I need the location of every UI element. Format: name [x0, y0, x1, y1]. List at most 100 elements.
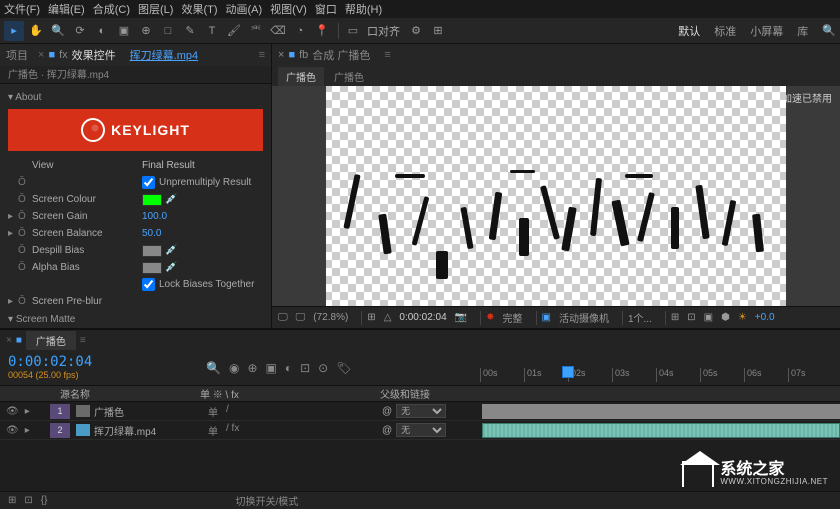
unpremult-checkbox[interactable]: [142, 176, 155, 189]
menu-view[interactable]: 视图(V): [270, 1, 307, 17]
pickwhip-icon[interactable]: @: [382, 425, 392, 436]
snapshot-icon[interactable]: 📷: [455, 312, 467, 323]
color-mgmt-icon[interactable]: ✸: [486, 312, 494, 323]
comp-sub-tab[interactable]: 广播色: [278, 67, 324, 86]
toggle-switches[interactable]: 切换开关/模式: [235, 493, 298, 508]
effect-source-link[interactable]: 挥刀绿幕.mp4: [130, 47, 198, 63]
tl-tool7-icon[interactable]: 🏷: [336, 361, 351, 375]
tl-tool4-icon[interactable]: ◐: [285, 361, 292, 375]
tl-tool3-icon[interactable]: ▣: [266, 361, 277, 375]
screen-gain-value[interactable]: 100.0: [142, 211, 167, 222]
screen-matte-header[interactable]: ▾ Screen Matte: [8, 314, 263, 325]
timeline-tab[interactable]: 广播色: [26, 331, 76, 350]
brush-tool-icon[interactable]: 🖌: [224, 21, 244, 41]
screen-colour-swatch[interactable]: [142, 194, 162, 206]
pickwhip-icon[interactable]: @: [382, 406, 392, 417]
menu-window[interactable]: 窗口: [315, 1, 337, 17]
snap-opt2-icon[interactable]: ⊞: [428, 21, 448, 41]
channel-icon[interactable]: △: [384, 312, 392, 323]
quality-dropdown[interactable]: 完整: [503, 310, 523, 325]
zoom-value[interactable]: (72.8%): [313, 312, 348, 323]
layer-bar[interactable]: [482, 404, 840, 419]
orbit-tool-icon[interactable]: ⟳: [70, 21, 90, 41]
layer-name[interactable]: 挥刀绿幕.mp4: [94, 423, 202, 438]
despill-swatch[interactable]: [142, 245, 162, 257]
lock-biases-checkbox[interactable]: [142, 278, 155, 291]
eye-icon[interactable]: 👁: [6, 406, 19, 417]
snap-label[interactable]: 口对齐: [367, 23, 400, 39]
menu-edit[interactable]: 编辑(E): [48, 1, 85, 17]
eraser-tool-icon[interactable]: ⌫: [268, 21, 288, 41]
eye-icon[interactable]: 👁: [6, 425, 19, 436]
tab-project[interactable]: 项目: [6, 47, 28, 63]
tl-tool1-icon[interactable]: ◉: [229, 361, 239, 375]
playhead[interactable]: [562, 366, 574, 378]
parent-dropdown[interactable]: 无: [396, 423, 446, 437]
menu-file[interactable]: 文件(F): [4, 1, 40, 17]
snap-opt-icon[interactable]: ⚙: [406, 21, 426, 41]
pen-tool-icon[interactable]: ✎: [180, 21, 200, 41]
timecode-display[interactable]: 0:00:02:04: [399, 312, 446, 323]
menu-anim[interactable]: 动画(A): [226, 1, 263, 17]
viewer[interactable]: 显示加速已禁用: [272, 86, 840, 306]
screen-balance-value[interactable]: 50.0: [142, 228, 161, 239]
text-tool-icon[interactable]: T: [202, 21, 222, 41]
camera-dropdown[interactable]: 活动摄像机: [559, 310, 609, 325]
resolution-icon[interactable]: ⊞: [367, 312, 375, 323]
exposure-icon[interactable]: ☀: [738, 312, 747, 323]
monitor2-icon[interactable]: 🖵: [296, 312, 306, 323]
puppet-tool-icon[interactable]: 📍: [312, 21, 332, 41]
layer-row[interactable]: 👁▸ 1 广播色 单/ @ 无: [0, 402, 840, 421]
tl-tool2-icon[interactable]: ⊕: [247, 361, 257, 375]
views-dropdown[interactable]: 1个...: [628, 310, 652, 325]
roto-tool-icon[interactable]: ◔: [290, 21, 310, 41]
zoom-tool-icon[interactable]: 🔍: [48, 21, 68, 41]
layer-bar[interactable]: [482, 423, 840, 438]
search-icon[interactable]: 🔍: [206, 361, 221, 375]
hand-tool-icon[interactable]: ✋: [26, 21, 46, 41]
comp-sub-tab-2[interactable]: 广播色: [334, 69, 364, 84]
workspace-standard[interactable]: 标准: [714, 23, 736, 39]
layer-row[interactable]: 👁▸ 2 挥刀绿幕.mp4 单/ fx @ 无: [0, 421, 840, 440]
tab-effect-controls[interactable]: 效果控件: [72, 47, 116, 63]
3d-icon[interactable]: ⬢: [721, 312, 730, 323]
eyedropper-icon[interactable]: 💉: [165, 245, 179, 257]
alpha-bias-swatch[interactable]: [142, 262, 162, 274]
anchor-tool-icon[interactable]: ⊕: [136, 21, 156, 41]
shape-tool-icon[interactable]: □: [158, 21, 178, 41]
menu-layer[interactable]: 图层(L): [138, 1, 173, 17]
menu-help[interactable]: 帮助(H): [345, 1, 382, 17]
snap-icon[interactable]: ▭: [343, 21, 363, 41]
tl-footer-icon1[interactable]: ⊞: [8, 495, 16, 506]
about-header[interactable]: ▾ About: [8, 92, 263, 103]
mask-icon[interactable]: ▣: [704, 312, 713, 323]
eyedropper-icon[interactable]: 💉: [165, 194, 179, 206]
tl-tool6-icon[interactable]: ⊙: [318, 361, 328, 375]
guides-icon[interactable]: ⊡: [687, 312, 695, 323]
parent-dropdown[interactable]: 无: [396, 404, 446, 418]
tl-tool5-icon[interactable]: ⊡: [300, 361, 310, 375]
grid-icon[interactable]: ⊞: [671, 312, 679, 323]
workspace-small[interactable]: 小屏幕: [750, 23, 783, 39]
region-icon[interactable]: ▣: [542, 312, 551, 323]
tab-composition[interactable]: 合成 广播色: [312, 47, 370, 63]
menu-comp[interactable]: 合成(C): [93, 1, 130, 17]
col-source[interactable]: 源名称: [60, 390, 90, 401]
camera-tool-icon[interactable]: ▣: [114, 21, 134, 41]
monitor-icon[interactable]: 🖵: [278, 312, 288, 323]
selection-tool-icon[interactable]: ▸: [4, 21, 24, 41]
current-timecode[interactable]: 0:00:02:04: [8, 354, 192, 370]
tl-footer-icon3[interactable]: {}: [41, 495, 48, 506]
menu-effect[interactable]: 效果(T): [181, 1, 217, 17]
rotate-tool-icon[interactable]: ◐: [92, 21, 112, 41]
time-ruler[interactable]: 00s 01s 02s 03s 04s 05s 06s 07s: [480, 350, 840, 385]
view-dropdown[interactable]: Final Result: [142, 160, 195, 171]
eyedropper-icon[interactable]: 💉: [165, 262, 179, 274]
layer-name[interactable]: 广播色: [94, 404, 202, 419]
exposure-value[interactable]: +0.0: [755, 312, 775, 323]
tl-footer-icon2[interactable]: ⊡: [24, 495, 32, 506]
workspace-lib[interactable]: 库: [797, 23, 808, 39]
workspace-default[interactable]: 默认: [678, 23, 700, 39]
clone-tool-icon[interactable]: ⎃: [246, 21, 266, 41]
search-icon[interactable]: 🔍: [822, 24, 836, 37]
